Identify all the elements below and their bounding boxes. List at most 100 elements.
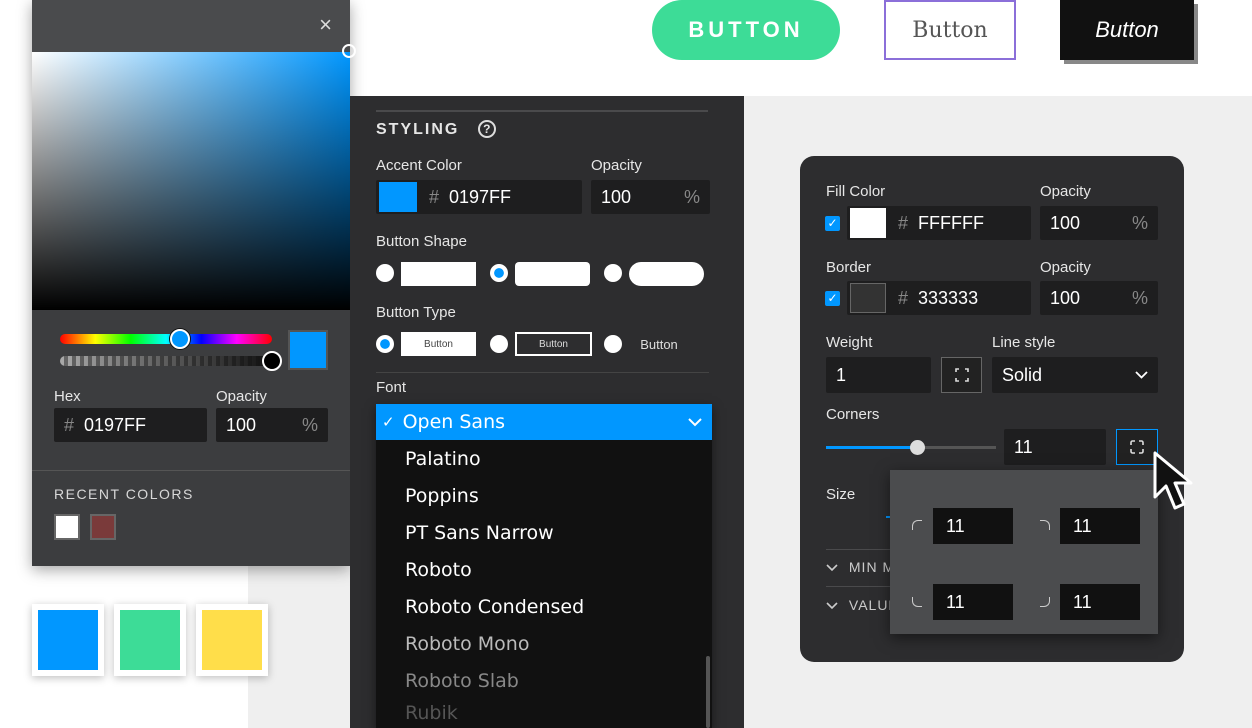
divider <box>826 586 892 587</box>
accent-swatch[interactable] <box>379 182 417 212</box>
corner-bottom-left-icon <box>912 597 922 607</box>
corner-bottom-right-value: 11 <box>1073 591 1092 612</box>
shape-pill-preview[interactable] <box>629 262 704 286</box>
alpha-handle[interactable] <box>262 351 282 371</box>
corner-bottom-left-value: 11 <box>946 591 965 612</box>
corners-slider-handle[interactable] <box>910 440 925 455</box>
type-text-radio[interactable] <box>604 335 622 353</box>
type-text-preview[interactable]: Button <box>629 332 689 356</box>
sample-outline-button[interactable]: Button <box>884 0 1016 60</box>
shape-pill-radio[interactable] <box>604 264 622 282</box>
hue-slider[interactable] <box>60 329 272 349</box>
corner-top-left-input[interactable]: 11 <box>933 508 1013 544</box>
swatch-green[interactable] <box>114 604 186 676</box>
border-opacity-input[interactable]: 100 % <box>1040 281 1158 315</box>
corners-icon <box>1130 440 1144 454</box>
opacity-label: Opacity <box>1040 183 1091 200</box>
corners-value: 11 <box>1014 436 1033 457</box>
line-style-select[interactable]: Solid <box>992 357 1158 393</box>
swatch-yellow[interactable] <box>196 604 268 676</box>
color-preview <box>288 330 328 370</box>
border-checkbox[interactable]: ✓ <box>825 291 840 306</box>
type-filled-radio[interactable] <box>376 335 394 353</box>
corner-bottom-left-input[interactable]: 11 <box>933 584 1013 620</box>
hue-handle[interactable] <box>170 329 190 349</box>
chevron-down-icon <box>688 417 702 426</box>
sample-filled-button[interactable]: BUTTON <box>652 0 840 60</box>
chevron-down-icon <box>826 564 838 572</box>
corner-top-right-value: 11 <box>1073 515 1092 536</box>
weight-input[interactable]: 1 <box>826 357 931 393</box>
saturation-area[interactable] <box>32 44 356 310</box>
corner-top-right-input[interactable]: 11 <box>1060 508 1140 544</box>
shape-square-radio[interactable] <box>376 264 394 282</box>
corners-input[interactable]: 11 <box>1004 429 1106 465</box>
font-option[interactable]: Rubik <box>376 699 712 727</box>
border-color-input[interactable]: # 333333 <box>847 281 1031 315</box>
fill-opacity-input[interactable]: 100 % <box>1040 206 1158 240</box>
border-sides-icon <box>954 368 969 382</box>
alpha-slider[interactable] <box>60 351 282 371</box>
font-dropdown[interactable]: ✓ Open Sans Palatino Poppins PT Sans Nar… <box>376 404 712 728</box>
value-section-toggle[interactable]: VALUE <box>826 597 899 613</box>
saturation-handle[interactable] <box>342 44 356 58</box>
fill-value: FFFFFF <box>918 212 984 233</box>
chevron-down-icon <box>1135 371 1148 379</box>
swatch-blue[interactable] <box>32 604 104 676</box>
shape-rounded-preview[interactable] <box>515 262 590 286</box>
corner-top-left-value: 11 <box>946 515 965 536</box>
close-icon[interactable]: × <box>319 12 332 38</box>
weight-value: 1 <box>836 364 847 385</box>
percent-symbol: % <box>1131 212 1148 233</box>
font-option[interactable]: Poppins <box>376 477 712 514</box>
shape-square-preview[interactable] <box>401 262 476 286</box>
accent-opacity-input[interactable]: 100 % <box>591 180 710 214</box>
dropdown-scrollbar[interactable] <box>706 656 710 728</box>
hex-input[interactable]: # 0197FF <box>54 408 207 442</box>
recent-color-swatch[interactable] <box>54 514 80 540</box>
type-outline-preview[interactable]: Button <box>515 332 592 356</box>
fill-swatch[interactable] <box>850 208 886 238</box>
percent-symbol: % <box>683 186 700 207</box>
accent-color-input[interactable]: # 0197FF <box>376 180 582 214</box>
hex-label: Hex <box>54 388 81 405</box>
percent-symbol: % <box>1131 287 1148 308</box>
type-filled-preview[interactable]: Button <box>401 332 476 356</box>
corner-bottom-right-input[interactable]: 11 <box>1060 584 1140 620</box>
font-option[interactable]: Roboto Slab <box>376 662 712 699</box>
recent-color-swatch[interactable] <box>90 514 116 540</box>
font-option[interactable]: Roboto Mono <box>376 625 712 662</box>
corners-slider-fill <box>826 446 918 449</box>
font-option[interactable]: Roboto <box>376 551 712 588</box>
font-selected-label: Open Sans <box>402 411 506 433</box>
opacity-value: 100 <box>601 186 632 207</box>
min-section-toggle[interactable]: MIN M <box>826 559 895 575</box>
shape-rounded-radio[interactable] <box>490 264 508 282</box>
opacity-value: 100 <box>1050 287 1081 308</box>
opacity-input[interactable]: 100 % <box>216 408 328 442</box>
type-outline-radio[interactable] <box>490 335 508 353</box>
border-value: 333333 <box>918 287 979 308</box>
font-option[interactable]: PT Sans Narrow <box>376 514 712 551</box>
divider <box>376 372 709 373</box>
corner-top-right-icon <box>1040 520 1050 530</box>
opacity-label: Opacity <box>216 388 267 405</box>
check-icon: ✓ <box>382 413 395 431</box>
button-type-label: Button Type <box>376 304 456 321</box>
fill-color-input[interactable]: # FFFFFF <box>847 206 1031 240</box>
font-option-selected[interactable]: ✓ Open Sans <box>376 404 712 440</box>
button-shape-label: Button Shape <box>376 233 467 250</box>
font-option[interactable]: Roboto Condensed <box>376 588 712 625</box>
sample-dark-button[interactable]: Button <box>1060 0 1194 60</box>
help-icon[interactable]: ? <box>477 120 496 138</box>
fill-checkbox[interactable]: ✓ <box>825 216 840 231</box>
corners-slider[interactable] <box>826 440 996 455</box>
fill-color-label: Fill Color <box>826 183 886 200</box>
hex-value: 0197FF <box>84 414 147 435</box>
corners-label: Corners <box>826 406 880 423</box>
styling-title: STYLING <box>376 121 460 138</box>
hash-symbol: # <box>898 287 909 308</box>
border-sides-button[interactable] <box>941 357 982 393</box>
border-swatch[interactable] <box>850 283 886 313</box>
font-option[interactable]: Palatino <box>376 440 712 477</box>
